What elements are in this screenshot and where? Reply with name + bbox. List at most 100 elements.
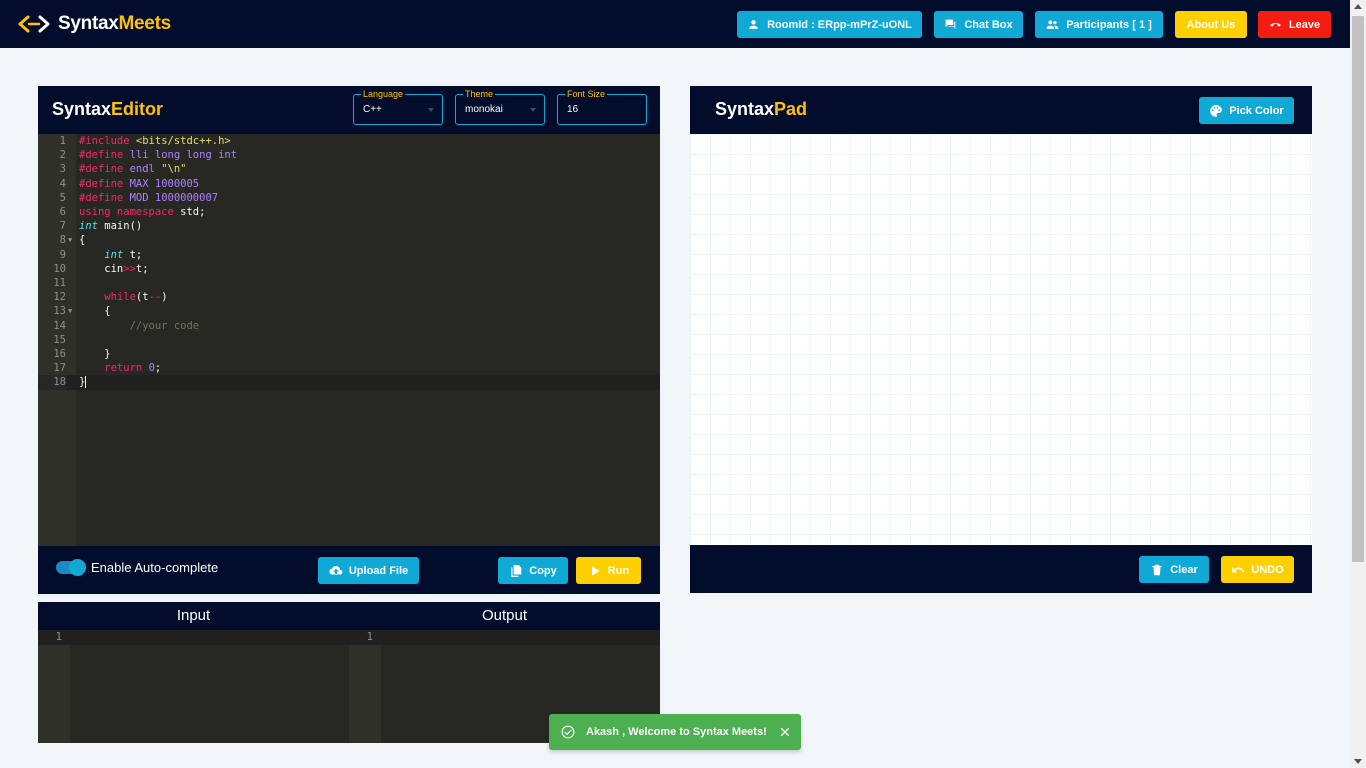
text-cursor xyxy=(85,376,87,389)
room-id-button[interactable]: RoomId : ERpp-mPrZ-uONL xyxy=(737,11,922,38)
code-text: #define MOD 1000000007 xyxy=(79,191,219,204)
code-line[interactable]: 9 int t; xyxy=(38,248,660,262)
line-number: 18 xyxy=(38,375,66,390)
copy-button[interactable]: Copy xyxy=(498,557,568,584)
pad-title-second: Pad xyxy=(774,99,808,119)
line-number: 1 xyxy=(366,631,373,643)
scroll-down-arrow-icon[interactable] xyxy=(1354,759,1362,764)
font-size-input[interactable]: Font Size 16 xyxy=(557,89,647,125)
line-number: 14 xyxy=(53,319,66,332)
page-scrollbar[interactable] xyxy=(1350,0,1366,768)
participants-button[interactable]: Participants [ 1 ] xyxy=(1035,11,1163,38)
line-number: 7 xyxy=(59,220,66,233)
close-icon[interactable] xyxy=(779,726,791,738)
fold-arrow-icon[interactable]: ▼ xyxy=(68,233,72,247)
theme-select[interactable]: Theme monokai xyxy=(455,89,545,125)
language-value: C++ xyxy=(363,104,382,115)
check-circle-icon xyxy=(561,725,575,739)
run-label: Run xyxy=(607,564,630,577)
code-line[interactable]: 17 return 0; xyxy=(38,361,660,375)
brand[interactable]: SyntaxMeets xyxy=(18,11,171,37)
group-icon xyxy=(1046,20,1059,29)
code-line-active[interactable]: 18} xyxy=(38,375,660,390)
code-text: int main() xyxy=(79,220,143,233)
code-text: #define endl "\n" xyxy=(79,163,187,176)
scroll-up-arrow-icon[interactable] xyxy=(1354,4,1362,9)
clear-label: Clear xyxy=(1170,563,1198,576)
clear-button[interactable]: Clear xyxy=(1139,556,1209,583)
code-text: #define MAX 1000005 xyxy=(79,177,200,190)
editor-title-second: Editor xyxy=(111,99,164,119)
code-line[interactable]: 1 #include <bits/stdc++.h> xyxy=(38,134,660,148)
theme-value: monokai xyxy=(465,104,503,115)
code-line[interactable]: 16 } xyxy=(38,347,660,361)
code-line[interactable]: 10 cin>>t; xyxy=(38,262,660,276)
font-size-legend: Font Size xyxy=(565,89,608,99)
toast-message: Akash , Welcome to Syntax Meets! xyxy=(586,726,767,738)
code-line[interactable]: 14 //your code xyxy=(38,319,660,333)
editor-title-first: Syntax xyxy=(52,99,112,119)
leave-label: Leave xyxy=(1288,18,1321,31)
upload-file-button[interactable]: Upload File xyxy=(318,557,419,584)
pick-color-button[interactable]: Pick Color xyxy=(1199,97,1294,124)
code-line[interactable]: 11 xyxy=(38,276,660,290)
brand-name-second: Meets xyxy=(118,13,172,34)
room-id-label: RoomId : ERpp-mPrZ-uONL xyxy=(767,18,912,31)
pad-footer: Clear UNDO xyxy=(690,545,1312,593)
language-legend: Language xyxy=(361,89,406,99)
undo-button[interactable]: UNDO xyxy=(1221,556,1294,583)
pad-header: SyntaxPad Pick Color xyxy=(690,86,1312,134)
line-number: 5 xyxy=(59,191,66,204)
autocomplete-toggle-knob[interactable] xyxy=(69,559,86,576)
code-line[interactable]: 3 #define endl "\n" xyxy=(38,162,660,176)
undo-label: UNDO xyxy=(1251,563,1284,576)
input-editor[interactable]: 1 xyxy=(38,630,349,743)
copy-icon xyxy=(511,564,522,577)
chevron-down-icon xyxy=(428,108,434,112)
code-text: { xyxy=(79,234,86,247)
input-title: Input xyxy=(176,607,211,624)
fold-arrow-icon[interactable]: ▼ xyxy=(68,304,72,318)
run-button[interactable]: Run xyxy=(576,557,641,584)
code-line[interactable]: 4 #define MAX 1000005 xyxy=(38,177,660,191)
code-text: using namespace std; xyxy=(79,206,206,218)
palette-icon xyxy=(1210,104,1223,117)
welcome-toast: Akash , Welcome to Syntax Meets! xyxy=(549,714,801,750)
code-line[interactable]: 8 ▼ { xyxy=(38,233,660,247)
output-gutter xyxy=(349,630,381,743)
undo-icon xyxy=(1232,566,1245,572)
chat-icon xyxy=(945,19,956,29)
code-line[interactable]: 7 int main() xyxy=(38,219,660,233)
chat-box-button[interactable]: Chat Box xyxy=(934,11,1023,38)
line-number: 2 xyxy=(59,149,66,162)
scrollbar-thumb[interactable] xyxy=(1352,16,1364,562)
code-editor[interactable]: 1 #include <bits/stdc++.h> 2 #define lli l… xyxy=(38,134,660,546)
line-number: 16 xyxy=(53,348,66,360)
navbar: SyntaxMeets RoomId : ERpp-mPrZ-uONL Chat… xyxy=(0,0,1350,48)
play-icon xyxy=(591,565,600,576)
about-us-label: About Us xyxy=(1186,18,1236,31)
code-text: #define lli long long int xyxy=(79,149,238,162)
code-line[interactable]: 12 while(t--) xyxy=(38,290,660,304)
drawing-canvas[interactable] xyxy=(690,134,1312,545)
language-select[interactable]: Language C++ xyxy=(353,89,443,125)
code-line[interactable]: 15 xyxy=(38,333,660,347)
code-line[interactable]: 5 #define MOD 1000000007 xyxy=(38,191,660,205)
editor-footer: Enable Auto-complete Upload File Copy Ru… xyxy=(38,546,660,594)
autocomplete-label: Enable Auto-complete xyxy=(91,560,219,575)
code-text: //your code xyxy=(129,319,200,332)
theme-legend: Theme xyxy=(463,89,496,99)
code-text: cin>>t; xyxy=(79,262,149,275)
line-number: 12 xyxy=(53,291,66,304)
leave-button[interactable]: Leave xyxy=(1258,11,1331,38)
person-icon xyxy=(749,20,758,29)
code-line[interactable]: 6 using namespace std; xyxy=(38,205,660,219)
code-line[interactable]: 13 ▼ { xyxy=(38,304,660,318)
code-text: int t; xyxy=(104,248,143,261)
about-us-button[interactable]: About Us xyxy=(1175,11,1247,38)
code-line[interactable]: 2 #define lli long long int xyxy=(38,148,660,162)
brand-name-first: Syntax xyxy=(58,13,119,34)
line-number: 3 xyxy=(59,163,66,176)
line-number: 1 xyxy=(55,631,62,643)
output-title: Output xyxy=(481,607,528,624)
